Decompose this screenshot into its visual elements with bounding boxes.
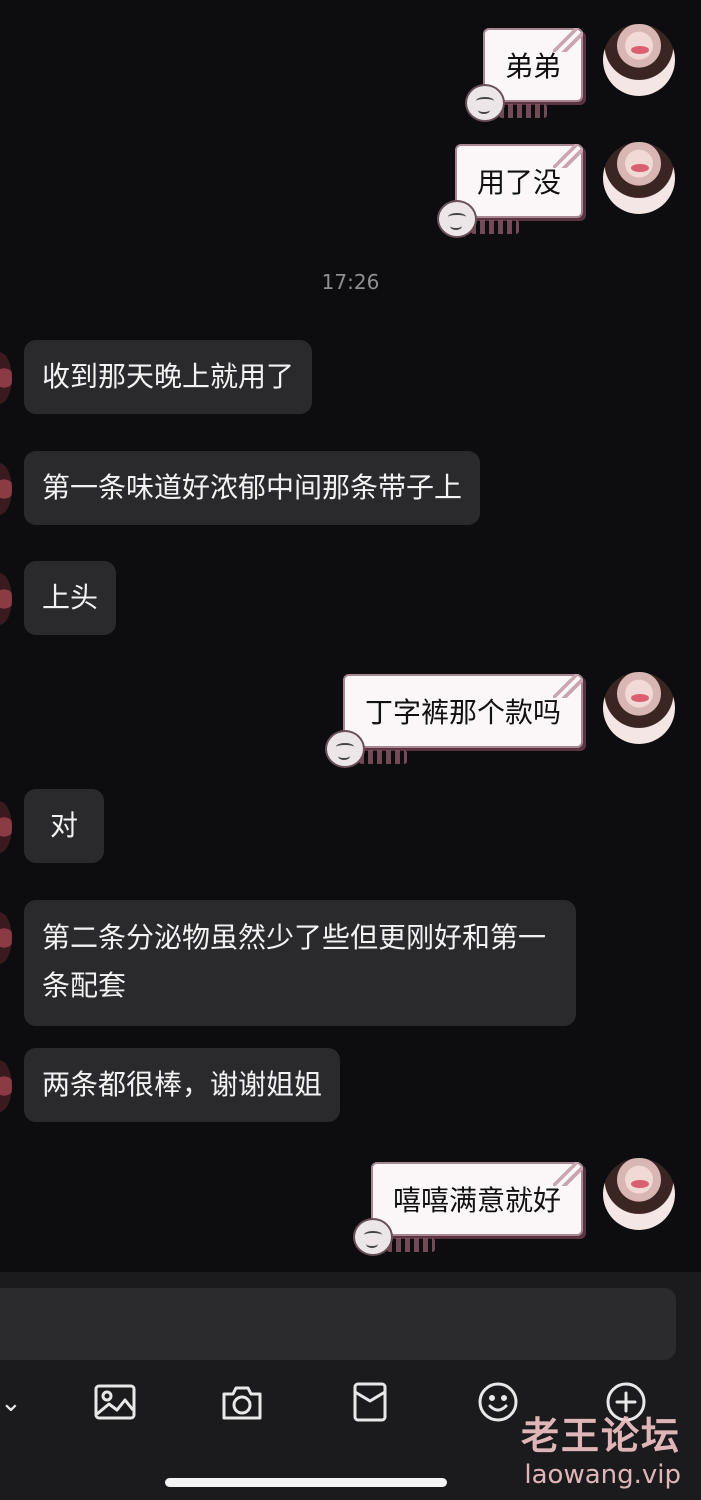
home-indicator[interactable] [165,1478,447,1487]
incoming-message-bubble[interactable]: 上头 [24,561,117,635]
contact-avatar[interactable] [0,352,12,404]
bubble-corner-decoration [553,1162,583,1186]
emoji-icon[interactable] [476,1380,520,1424]
contact-avatar[interactable] [0,463,12,515]
bubble-sticker-face-icon [436,200,477,238]
message-text: 第二条分泌物虽然少了些但更刚好和第一条配套 [42,921,547,1002]
outgoing-message-bubble[interactable]: 嘻嘻满意就好 [352,1162,583,1256]
contact-avatar[interactable] [0,1060,12,1112]
contact-avatar[interactable] [0,573,12,625]
bubble-sticker-face-icon [464,84,505,122]
self-avatar[interactable] [603,1158,675,1230]
incoming-message-bubble[interactable]: 第一条味道好浓郁中间那条带子上 [24,451,481,525]
bubble-sticker-face-icon [324,730,365,768]
incoming-message-bubble[interactable]: 收到那天晚上就用了 [24,340,313,414]
message-text: 上头 [42,581,99,614]
chat-timestamp: 17:26 [321,270,380,294]
self-avatar[interactable] [603,142,675,214]
message-text: 丁字裤那个款吗 [364,696,561,729]
self-avatar[interactable] [603,672,675,744]
message-text: 收到那天晚上就用了 [42,360,295,393]
contact-avatar[interactable] [0,801,12,853]
self-avatar[interactable] [603,24,675,96]
bubble-sticker-face-icon [352,1218,393,1256]
message-text: 对 [50,809,79,842]
message-text: 两条都很棒，谢谢姐姐 [42,1068,323,1101]
bubble-sticker-stripes [498,104,547,118]
outgoing-message-bubble[interactable]: 丁字裤那个款吗 [324,674,583,768]
message-input[interactable] [0,1288,676,1360]
image-icon[interactable] [93,1380,137,1424]
message-text: 嘻嘻满意就好 [392,1184,561,1217]
outgoing-message-bubble[interactable]: 弟弟 [464,28,583,122]
incoming-message-bubble[interactable]: 第二条分泌物虽然少了些但更刚好和第一条配套 [24,900,576,1026]
site-watermark: 老王论坛 laowang.vip [521,1414,681,1492]
message-text: 用了没 [476,166,561,199]
message-text: 第一条味道好浓郁中间那条带子上 [42,471,463,504]
camera-icon[interactable] [220,1380,264,1424]
incoming-message-bubble[interactable]: 两条都很棒，谢谢姐姐 [24,1048,341,1122]
bubble-sticker-stripes [470,220,519,234]
outgoing-message-bubble[interactable]: 用了没 [436,144,583,238]
voice-toggle-icon[interactable]: ⌄ [0,1388,22,1418]
bubble-sticker-stripes [386,1238,435,1252]
incoming-message-bubble[interactable]: 对 [24,789,105,863]
watermark-url: laowang.vip [524,1460,681,1490]
bubble-corner-decoration [553,144,583,168]
red-packet-icon[interactable] [348,1380,392,1424]
bubble-corner-decoration [553,674,583,698]
contact-avatar[interactable] [0,912,12,964]
bubble-sticker-stripes [358,750,407,764]
watermark-title: 老王论坛 [520,1414,681,1458]
bubble-corner-decoration [553,28,583,52]
